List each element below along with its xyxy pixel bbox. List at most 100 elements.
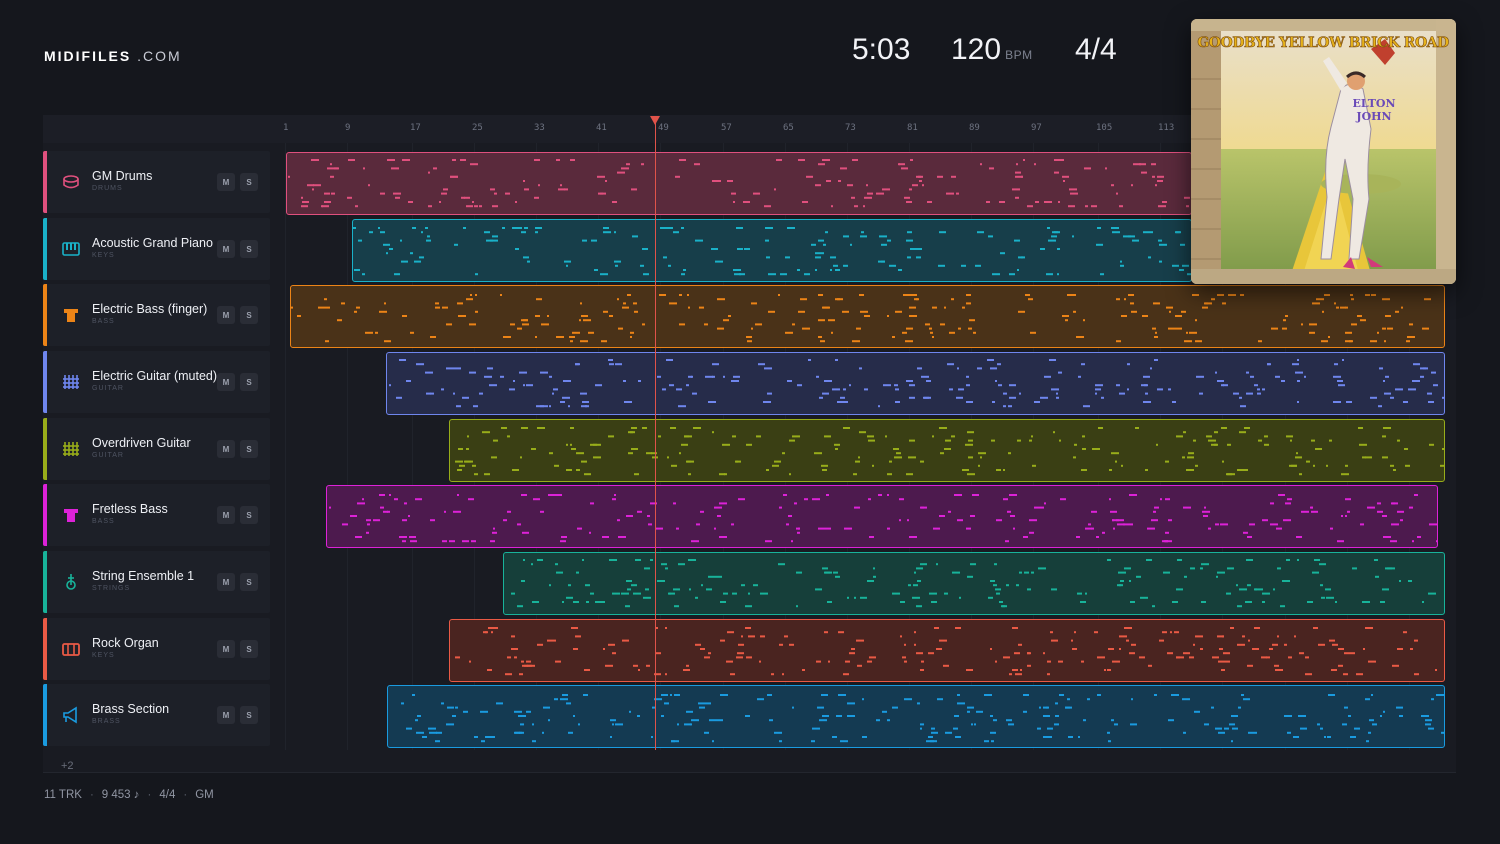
footer-divider (43, 772, 1456, 773)
solo-button[interactable]: S (240, 506, 258, 524)
brand-name: MIDIFILES (44, 48, 132, 64)
track-category: BASS (92, 518, 115, 525)
track-color-stripe (43, 551, 47, 613)
ruler-tick-57: 57 (721, 123, 732, 133)
strings-icon (60, 571, 82, 593)
track-category: DRUMS (92, 185, 123, 192)
footer-standard: GM (195, 789, 214, 801)
track-category: KEYS (92, 252, 115, 259)
solo-button[interactable]: S (240, 373, 258, 391)
bass-icon (60, 304, 82, 326)
track-color-stripe (43, 351, 47, 413)
mute-button[interactable]: M (217, 240, 235, 258)
track-name: GM Drums (92, 169, 153, 183)
track-clip-4[interactable] (449, 419, 1445, 482)
solo-button[interactable]: S (240, 240, 258, 258)
footer-summary: 11 TRK · 9 453 ♪ · 4/4 · GM (44, 789, 214, 801)
mute-button[interactable]: M (217, 306, 235, 324)
tempo-unit: BPM (1005, 48, 1033, 62)
solo-button[interactable]: S (240, 573, 258, 591)
duration-display: 5:03 (852, 33, 911, 66)
ruler-tick-89: 89 (969, 123, 980, 133)
footer-meter: 4/4 (159, 789, 176, 801)
album-cover[interactable]: GOODBYE YELLOW BRICK ROAD ELTON JOHN (1191, 19, 1456, 284)
track-color-stripe (43, 684, 47, 746)
album-artist-last: JOHN (1355, 110, 1391, 123)
album-artwork: GOODBYE YELLOW BRICK ROAD ELTON JOHN (1191, 19, 1456, 284)
track-category: GUITAR (92, 385, 124, 392)
bar-gridline (285, 143, 286, 750)
guitar-grid-icon (60, 371, 82, 393)
ruler-tick-65: 65 (783, 123, 794, 133)
track-header-3[interactable]: Electric Guitar (muted) GUITAR M S (43, 351, 270, 413)
note-pattern (353, 227, 1191, 276)
track-clip-2[interactable] (290, 285, 1445, 348)
track-category: KEYS (92, 652, 115, 659)
mute-button[interactable]: M (217, 573, 235, 591)
tempo-display: 120 BPM (951, 33, 1033, 73)
track-category: BRASS (92, 718, 121, 725)
track-color-stripe (43, 284, 47, 346)
track-color-stripe (43, 151, 47, 213)
album-title: GOODBYE YELLOW BRICK ROAD (1197, 35, 1449, 51)
track-header-5[interactable]: Fretless Bass BASS M S (43, 484, 270, 546)
track-color-stripe (43, 618, 47, 680)
ruler-tick-113: 113 (1158, 123, 1175, 133)
mute-button[interactable]: M (217, 706, 235, 724)
more-tracks-indicator[interactable]: +2 (61, 760, 74, 772)
track-clip-5[interactable] (326, 485, 1438, 548)
mute-button[interactable]: M (217, 640, 235, 658)
ruler-tick-33: 33 (534, 123, 545, 133)
track-header-7[interactable]: Rock Organ KEYS M S (43, 618, 270, 680)
note-pattern (455, 427, 1444, 476)
track-count: 11 TRK (44, 789, 82, 801)
piano-icon (60, 238, 82, 260)
ruler-tick-81: 81 (907, 123, 918, 133)
mute-button[interactable]: M (217, 440, 235, 458)
track-clip-3[interactable] (386, 352, 1445, 415)
note-pattern (329, 494, 1437, 543)
ruler-tick-17: 17 (410, 123, 421, 133)
mute-button[interactable]: M (217, 173, 235, 191)
track-clip-6[interactable] (503, 552, 1445, 615)
note-pattern (511, 559, 1436, 608)
track-clip-0[interactable] (286, 152, 1192, 215)
track-header-2[interactable]: Electric Bass (finger) BASS M S (43, 284, 270, 346)
bar-gridline (347, 143, 348, 750)
track-header-1[interactable]: Acoustic Grand Piano KEYS M S (43, 218, 270, 280)
solo-button[interactable]: S (240, 640, 258, 658)
guitar-grid-icon (60, 438, 82, 460)
track-name: Rock Organ (92, 636, 159, 650)
album-artist-first: ELTON (1352, 97, 1395, 110)
solo-button[interactable]: S (240, 306, 258, 324)
track-clip-1[interactable] (352, 219, 1192, 282)
playhead-line (655, 118, 656, 750)
track-clip-7[interactable] (449, 619, 1445, 682)
ruler-tick-105: 105 (1096, 123, 1113, 133)
ruler-tick-41: 41 (596, 123, 607, 133)
mute-button[interactable]: M (217, 506, 235, 524)
note-count: 9 453 ♪ (101, 789, 140, 801)
track-header-4[interactable]: Overdriven Guitar GUITAR M S (43, 418, 270, 480)
track-color-stripe (43, 218, 47, 280)
track-clip-8[interactable] (387, 685, 1445, 748)
note-pattern (455, 627, 1437, 676)
track-header-0[interactable]: GM Drums DRUMS M S (43, 151, 270, 213)
solo-button[interactable]: S (240, 173, 258, 191)
track-name: String Ensemble 1 (92, 569, 195, 583)
brand-logo: MIDIFILES .COM (44, 48, 182, 64)
track-name: Fretless Bass (92, 502, 168, 516)
mute-button[interactable]: M (217, 373, 235, 391)
ruler-tick-9: 9 (345, 123, 351, 133)
track-category: STRINGS (92, 585, 131, 592)
track-category: BASS (92, 318, 115, 325)
brass-icon (60, 704, 82, 726)
playhead-marker[interactable] (650, 116, 660, 125)
track-header-8[interactable]: Brass Section BRASS M S (43, 684, 270, 746)
track-name: Acoustic Grand Piano (92, 236, 213, 250)
track-header-6[interactable]: String Ensemble 1 STRINGS M S (43, 551, 270, 613)
solo-button[interactable]: S (240, 440, 258, 458)
track-name: Overdriven Guitar (92, 436, 191, 450)
brand-suffix: .COM (137, 48, 182, 64)
solo-button[interactable]: S (240, 706, 258, 724)
